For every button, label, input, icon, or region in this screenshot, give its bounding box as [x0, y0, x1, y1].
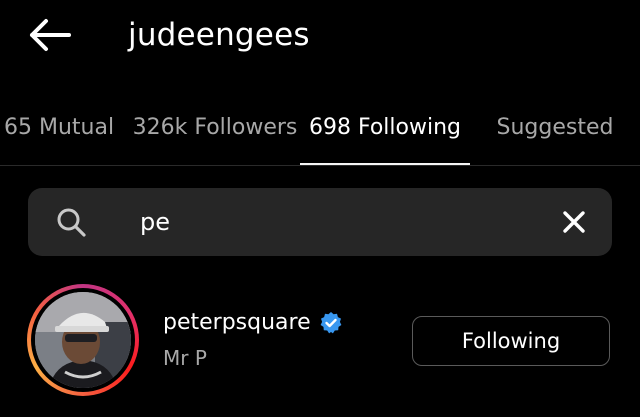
tab-bar: 65 Mutual 326k Followers 698 Following S…	[0, 95, 640, 167]
verified-badge-icon	[320, 311, 342, 333]
tab-divider	[0, 165, 640, 166]
search-bar	[28, 188, 612, 256]
page-title: judeengees	[128, 17, 310, 53]
tab-suggested[interactable]: Suggested	[490, 95, 620, 159]
avatar-image	[35, 292, 131, 388]
story-ring[interactable]	[27, 284, 139, 396]
following-list-screen: judeengees 65 Mutual 326k Followers 698 …	[0, 0, 640, 417]
list-item[interactable]: peterpsquare Mr P Following	[0, 280, 640, 400]
following-button[interactable]: Following	[412, 316, 610, 366]
search-icon	[57, 208, 86, 237]
tab-following[interactable]: 698 Following	[300, 95, 470, 159]
avatar[interactable]	[35, 292, 131, 388]
search-input[interactable]	[140, 202, 540, 242]
clear-search-button[interactable]	[558, 206, 590, 238]
username: peterpsquare	[163, 310, 311, 335]
arrow-left-icon	[30, 19, 71, 51]
tab-mutual[interactable]: 65 Mutual	[0, 95, 114, 159]
header: judeengees	[0, 0, 640, 75]
close-icon	[563, 211, 585, 233]
username-link[interactable]: peterpsquare	[163, 310, 343, 335]
tab-followers[interactable]: 326k Followers	[133, 95, 298, 159]
full-name: Mr P	[163, 346, 207, 370]
back-button[interactable]	[22, 12, 76, 58]
